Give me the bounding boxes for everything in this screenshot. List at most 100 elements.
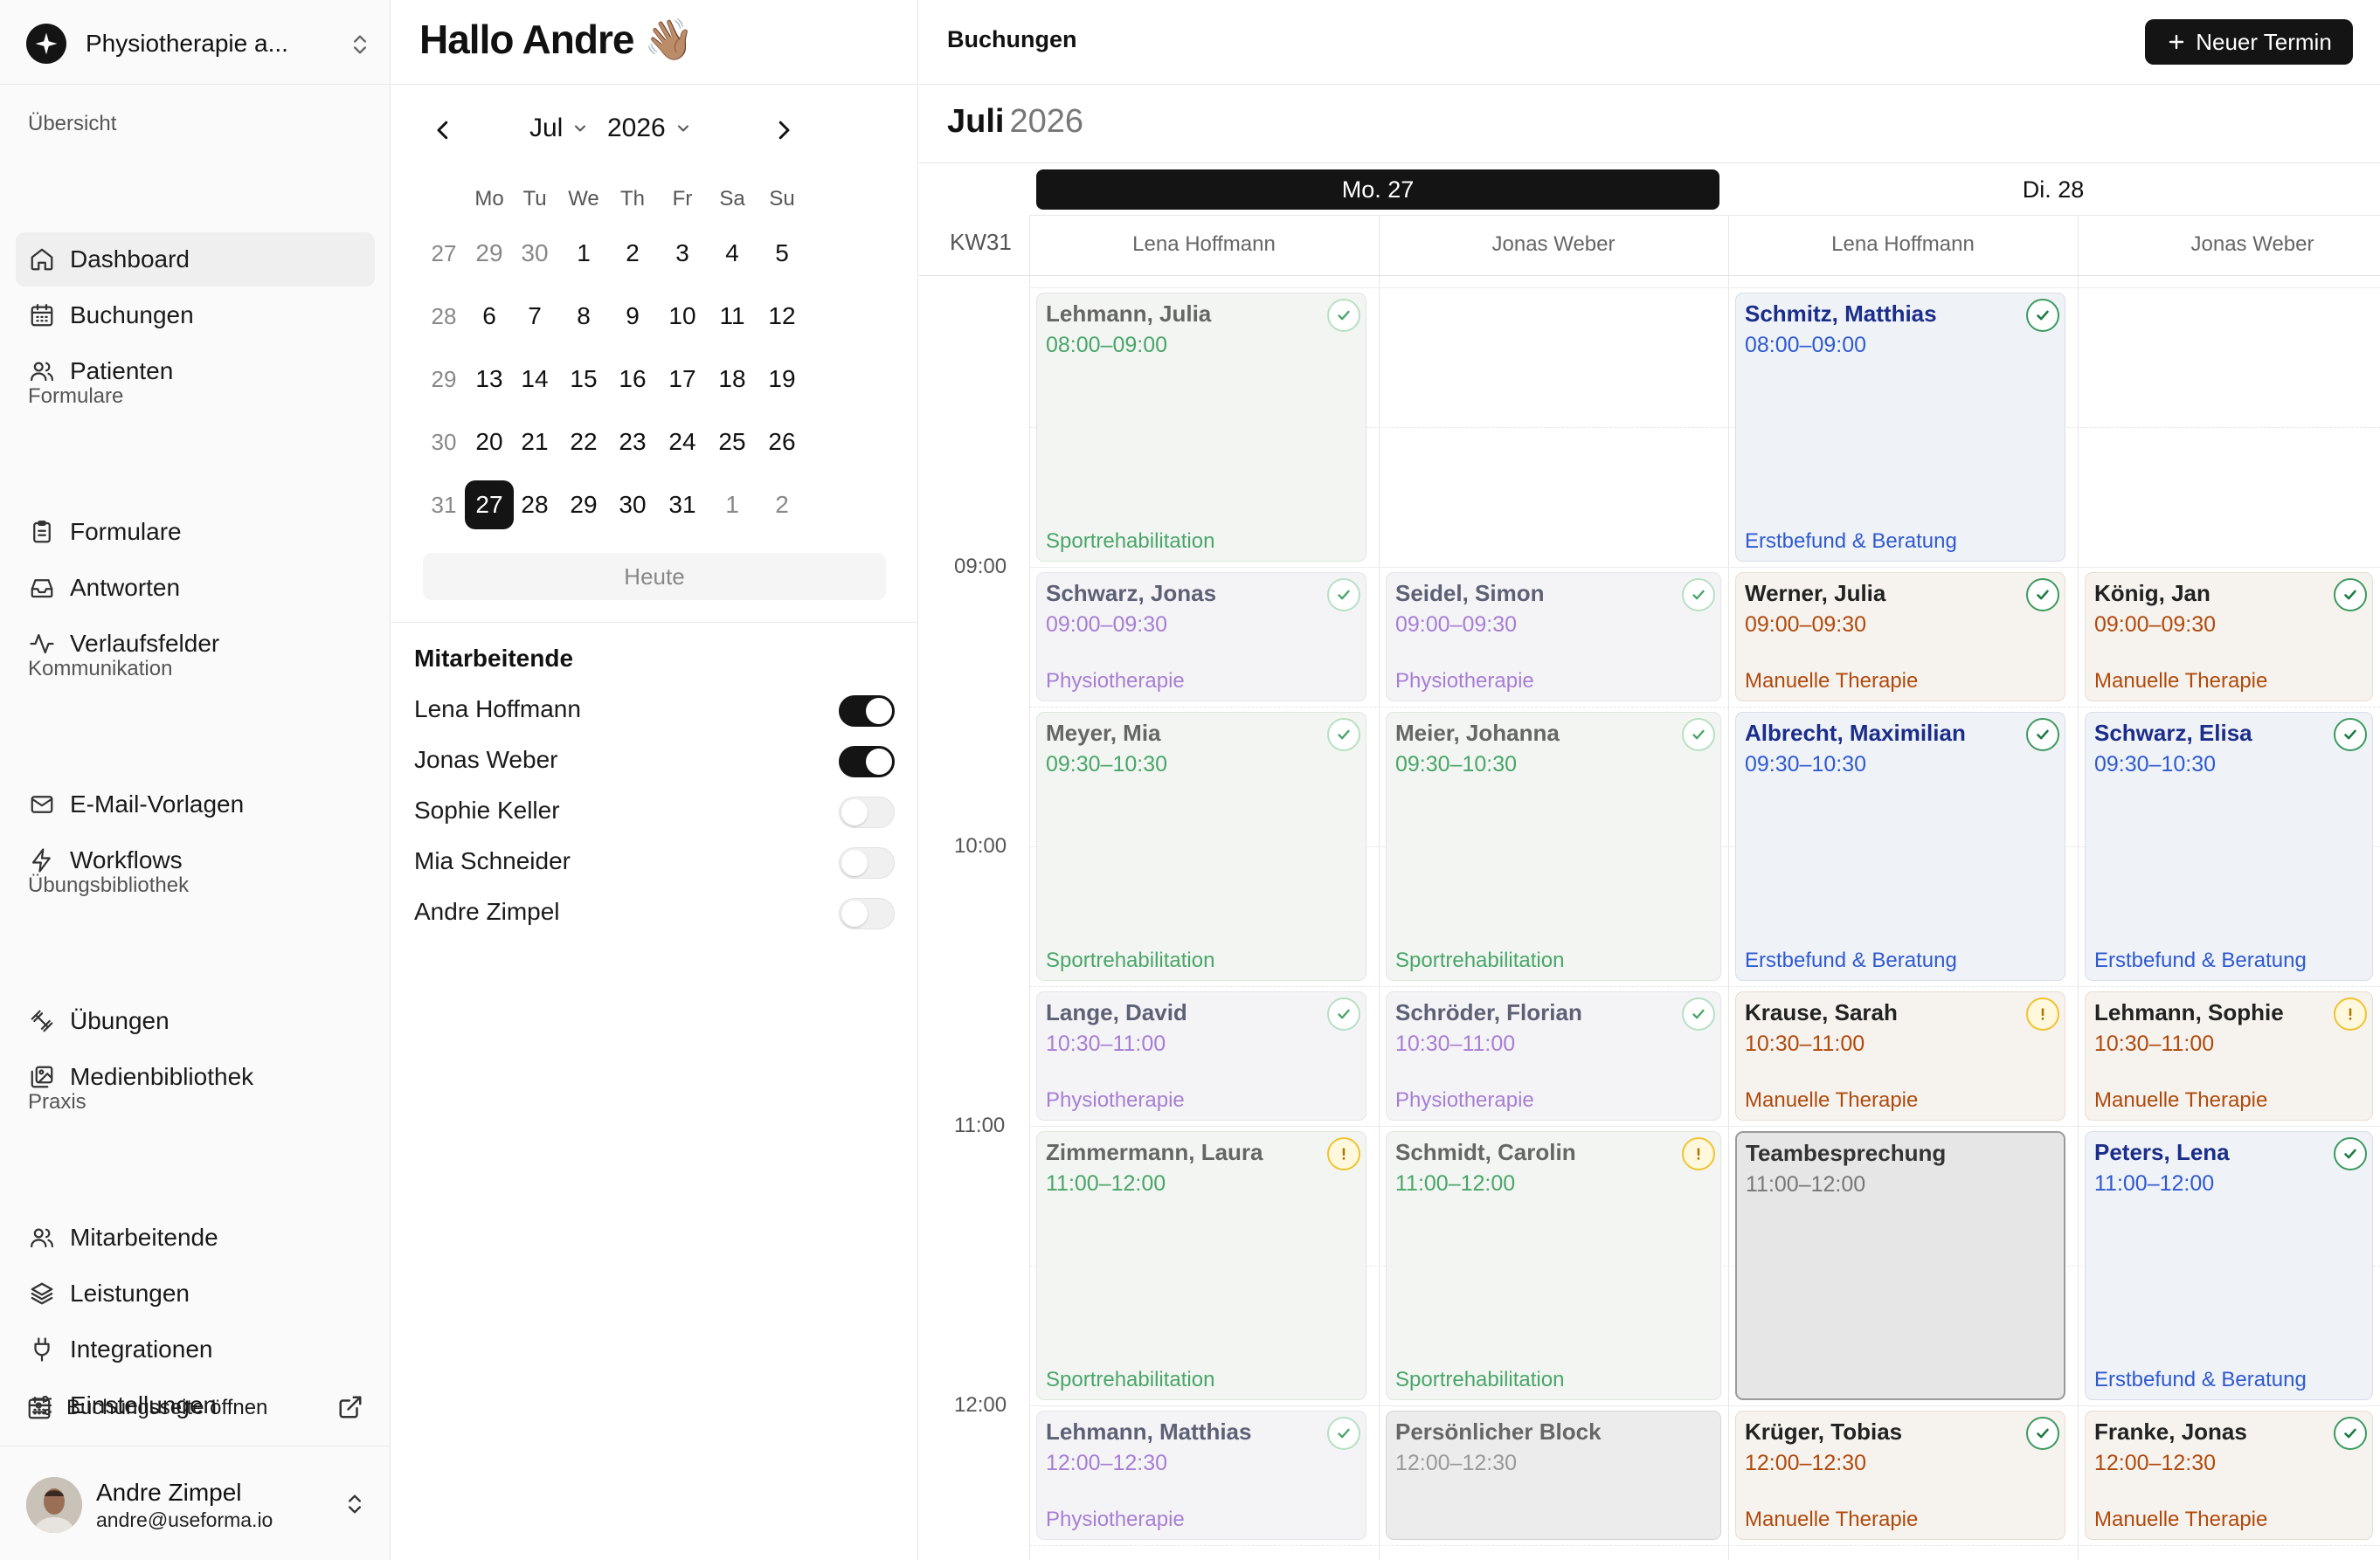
sidebar-item-buchungen[interactable]: Buchungen (16, 288, 375, 342)
calendar-day[interactable]: 6 (465, 292, 514, 341)
calendar-day[interactable]: 3 (658, 229, 707, 278)
appointment-card[interactable]: Lange, David 10:30–11:00 Physiotherapie (1036, 991, 1366, 1121)
staff-column-header: Jonas Weber (1491, 232, 1615, 256)
appointment-card[interactable]: Albrecht, Maximilian 09:30–10:30 Erstbefun… (1735, 712, 2065, 981)
appointment-name: Lehmann, Julia (1046, 300, 1212, 327)
staff-toggle[interactable] (839, 746, 895, 777)
calendar-day[interactable]: 23 (608, 418, 657, 466)
appointment-time: 08:00–09:00 (1745, 333, 1867, 357)
booking-page-link[interactable]: Buchungsseite öffnen (26, 1391, 363, 1425)
appointment-card[interactable]: Schröder, Florian 10:30–11:00 Physiotherap… (1386, 991, 1721, 1121)
calendar-day[interactable]: 2 (758, 480, 806, 529)
appointment-time: 09:30–10:30 (1395, 752, 1518, 777)
appointment-card[interactable]: Peters, Lena 11:00–12:00 Erstbefund & Bera… (2085, 1131, 2373, 1400)
staff-toggle[interactable] (839, 847, 895, 879)
appointment-card[interactable]: Werner, Julia 09:00–09:30 Manuelle Therapi… (1735, 572, 2065, 701)
sidebar-item-übungen[interactable]: Übungen (16, 994, 375, 1048)
staff-toggle[interactable] (839, 898, 895, 929)
sidebar-item-integrationen[interactable]: Integrationen (16, 1322, 375, 1377)
appointment-card[interactable]: Persönlicher Block 12:00–12:30 (1386, 1411, 1721, 1540)
appointment-card[interactable]: Lehmann, Julia 08:00–09:00 Sportrehabilita… (1036, 293, 1366, 562)
calendar-day[interactable]: 1 (708, 480, 757, 529)
appointment-card[interactable]: Franke, Jonas 12:00–12:30 Manuelle Therapi… (2085, 1411, 2373, 1540)
appointment-time: 10:30–11:00 (1745, 1032, 1865, 1056)
calendar-day[interactable]: 30 (510, 229, 559, 278)
appointment-card[interactable]: König, Jan 09:00–09:30 Manuelle Therapie (2085, 572, 2373, 701)
appointment-card[interactable]: Schmidt, Carolin 11:00–12:00 Sportrehabili… (1386, 1131, 1721, 1400)
org-switcher[interactable]: Physiotherapie a... (26, 22, 372, 66)
sidebar-item-label: Medienbibliothek (70, 1063, 254, 1090)
calendar-day[interactable]: 11 (708, 292, 757, 341)
calendar-day[interactable]: 1 (559, 229, 608, 278)
sidebar-item-mitarbeitende[interactable]: Mitarbeitende (16, 1211, 375, 1265)
today-button[interactable]: Heute (423, 553, 886, 600)
calendar-day[interactable]: 21 (510, 418, 559, 466)
appointment-card[interactable]: Zimmermann, Laura 11:00–12:00 Sportrehabil… (1036, 1131, 1366, 1400)
staff-toggle[interactable] (839, 797, 895, 828)
appointment-card[interactable]: Schmitz, Matthias 08:00–09:00 Erstbefund &… (1735, 293, 2065, 562)
appointment-card[interactable]: Meyer, Mia 09:30–10:30 Sportrehabilitation (1036, 712, 1366, 981)
day-header[interactable]: Di. 28 (1726, 169, 2380, 210)
appointment-card[interactable]: Lehmann, Sophie 10:30–11:00 Manuelle Thera… (2085, 991, 2373, 1121)
user-email: andre@useforma.io (96, 1508, 273, 1531)
staff-toggle[interactable] (839, 695, 895, 727)
calendar-day[interactable]: 28 (510, 480, 559, 529)
appointment-card[interactable]: Schwarz, Elisa 09:30–10:30 Erstbefund & Be… (2085, 712, 2373, 981)
year-select[interactable]: 2026 (607, 114, 692, 143)
sidebar-item-e-mail-vorlagen[interactable]: E-Mail-Vorlagen (16, 777, 375, 832)
calendar-day[interactable]: 22 (559, 418, 608, 466)
sidebar-item-dashboard[interactable]: Dashboard (16, 232, 375, 286)
calendar-day[interactable]: 9 (608, 292, 657, 341)
calendar-day[interactable]: 18 (708, 355, 757, 404)
appointment-card[interactable]: Lehmann, Matthias 12:00–12:30 Physiotherap… (1036, 1411, 1366, 1540)
check-circle-icon (1682, 718, 1715, 751)
calendar-day[interactable]: 29 (465, 229, 514, 278)
calendar-day[interactable]: 24 (658, 418, 707, 466)
hour-line (1029, 1126, 2380, 1127)
appointment-service: Manuelle Therapie (1745, 1088, 1919, 1112)
appointment-card[interactable]: Meier, Johanna 09:30–10:30 Sportrehabilita… (1386, 712, 1721, 981)
appointment-card[interactable]: Schwarz, Jonas 09:00–09:30 Physiotherapie (1036, 572, 1366, 701)
calendar-day[interactable]: 19 (758, 355, 806, 404)
calendar-day[interactable]: 29 (559, 480, 608, 529)
calendar-day[interactable]: 20 (465, 418, 514, 466)
calendar-day[interactable]: 26 (758, 418, 806, 466)
calendar-day[interactable]: 17 (658, 355, 707, 404)
new-appointment-button[interactable]: Neuer Termin (2145, 19, 2353, 65)
calendar-day[interactable]: 4 (708, 229, 757, 278)
sidebar-item-formulare[interactable]: Formulare (16, 505, 375, 559)
appointment-service: Manuelle Therapie (1745, 669, 1919, 693)
calendar-day[interactable]: 8 (559, 292, 608, 341)
check-circle-icon (1327, 1417, 1360, 1450)
calendar-day[interactable]: 13 (465, 355, 514, 404)
dumbbell-icon (28, 1007, 56, 1035)
sidebar-item-leistungen[interactable]: Leistungen (16, 1267, 375, 1321)
half-hour-line (1029, 986, 2380, 987)
calendar-day[interactable]: 25 (708, 418, 757, 466)
inbox-icon (28, 574, 56, 602)
calendar-day[interactable]: 14 (510, 355, 559, 404)
user-menu[interactable]: Andre Zimpel andre@useforma.io (26, 1474, 367, 1536)
calendar-day[interactable]: 12 (758, 292, 806, 341)
appointment-card[interactable]: Krüger, Tobias 12:00–12:30 Manuelle Therap… (1735, 1411, 2065, 1540)
chevron-right-icon[interactable] (774, 117, 793, 143)
appointment-card[interactable]: Seidel, Simon 09:00–09:30 Physiotherapie (1386, 572, 1721, 701)
external-link-icon[interactable] (337, 1394, 363, 1420)
panel-divider (391, 622, 918, 623)
sidebar-item-antworten[interactable]: Antworten (16, 561, 375, 615)
day-header-today[interactable]: Mo. 27 (1036, 169, 1719, 210)
calendar-day[interactable]: 31 (658, 480, 707, 529)
week-number: 29 (431, 366, 457, 392)
appointment-card[interactable]: Krause, Sarah 10:30–11:00 Manuelle Therapi… (1735, 991, 2065, 1121)
calendar-day[interactable]: 5 (758, 229, 806, 278)
calendar-day[interactable]: 10 (658, 292, 707, 341)
calendar-day[interactable]: 15 (559, 355, 608, 404)
month-select[interactable]: Jul (529, 114, 589, 143)
calendar-day[interactable]: 16 (608, 355, 657, 404)
calendar-day[interactable]: 2 (608, 229, 657, 278)
appointment-card[interactable]: Teambesprechung 11:00–12:00 (1735, 1131, 2065, 1400)
chevron-left-icon[interactable] (433, 117, 453, 143)
selected-day[interactable]: 27 (465, 480, 514, 529)
calendar-day[interactable]: 7 (510, 292, 559, 341)
calendar-day[interactable]: 30 (608, 480, 657, 529)
